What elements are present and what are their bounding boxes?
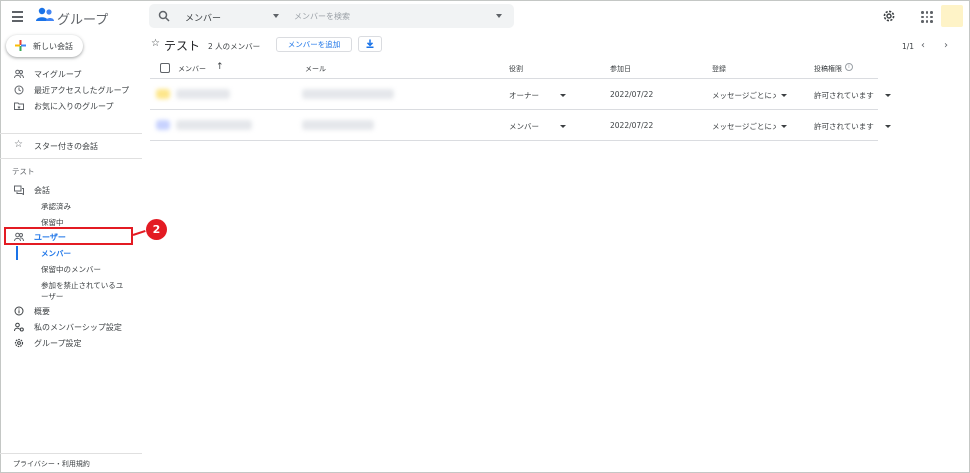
folder-star-icon	[14, 102, 24, 110]
person-settings-icon	[14, 322, 24, 332]
group-section-label: テスト	[12, 167, 35, 176]
sidebar-item-label: 私のメンバーシップ設定	[34, 323, 122, 332]
member-avatar	[156, 89, 170, 99]
role-select[interactable]: メンバー	[509, 121, 539, 132]
sidebar-item-label: 概要	[34, 307, 50, 316]
member-count: 2 人のメンバー	[208, 42, 261, 51]
sidebar-item-label: スター付きの会話	[34, 142, 98, 151]
column-header-member[interactable]: メンバー	[178, 64, 206, 74]
star-icon[interactable]: ☆	[151, 38, 160, 49]
sidebar-subitem-pending-members[interactable]: 保留中のメンバー	[41, 264, 101, 275]
account-avatar[interactable]	[941, 5, 963, 27]
sidebar-item-about[interactable]: 概要	[0, 304, 142, 318]
column-header-posting[interactable]: 投稿権限	[814, 64, 842, 74]
search-input[interactable]	[294, 8, 494, 24]
sidebar-item-starred[interactable]: ☆ スター付きの会話	[0, 139, 142, 153]
member-email-redacted	[302, 89, 394, 99]
member-avatar	[156, 120, 170, 130]
chevron-down-icon[interactable]	[885, 94, 891, 97]
users-highlight-box	[4, 227, 133, 245]
chevron-down-icon[interactable]	[781, 94, 787, 97]
sidebar-item-label: 最近アクセスしたグループ	[34, 86, 130, 95]
sidebar-subitem-banned-users-cont[interactable]: ーザー	[41, 291, 63, 302]
search-bar[interactable]: メンバー	[149, 4, 514, 28]
chevron-down-icon[interactable]	[560, 125, 566, 128]
column-header-subscription[interactable]: 登録	[712, 64, 726, 74]
star-icon: ☆	[14, 139, 23, 150]
gear-icon	[14, 338, 24, 348]
sidebar-item-favorite-groups[interactable]: お気に入りのグループ	[0, 99, 142, 113]
chevron-right-icon[interactable]: ›	[944, 40, 948, 51]
role-select[interactable]: オーナー	[509, 90, 539, 101]
sidebar-item-my-groups[interactable]: マイグループ	[0, 67, 142, 81]
sidebar-item-group-settings[interactable]: グループ設定	[0, 336, 142, 350]
column-header-email[interactable]: メール	[305, 64, 326, 74]
select-all-checkbox[interactable]	[160, 63, 170, 73]
info-icon	[14, 306, 24, 316]
posting-select[interactable]: 許可されています	[814, 121, 874, 132]
sidebar-item-label: グループ設定	[34, 339, 82, 348]
sidebar-item-label: 会話	[34, 186, 50, 195]
chevron-down-icon[interactable]	[560, 94, 566, 97]
sidebar-divider	[0, 133, 142, 134]
search-scope-select[interactable]: メンバー	[185, 11, 221, 24]
search-options-chevron-icon[interactable]	[496, 14, 502, 18]
group-title: テスト	[164, 39, 201, 53]
app-title: グループ	[57, 13, 109, 28]
pagination-indicator: 1/1	[902, 42, 915, 51]
people-icon	[14, 69, 24, 79]
info-icon[interactable]: i	[845, 63, 853, 71]
history-icon	[14, 85, 24, 95]
member-email-redacted	[302, 120, 374, 130]
sidebar-item-label: マイグループ	[34, 70, 82, 79]
posting-select[interactable]: 許可されています	[814, 90, 874, 101]
active-indicator	[16, 246, 18, 260]
table-row[interactable]: メンバー 2022/07/22 メッセージごとにメ 許可されています	[150, 110, 891, 141]
sidebar-subitem-approved[interactable]: 承認済み	[41, 201, 71, 212]
apps-grid-icon[interactable]	[921, 11, 933, 23]
add-member-button[interactable]: メンバーを追加	[276, 37, 352, 52]
table-row[interactable]: オーナー 2022/07/22 メッセージごとにメ 許可されています	[150, 79, 891, 110]
search-icon[interactable]	[158, 10, 170, 22]
sidebar-item-label: お気に入りのグループ	[34, 102, 114, 111]
groups-logo-icon	[36, 7, 54, 21]
sidebar-subitem-members[interactable]: メンバー	[41, 248, 71, 259]
callout-number-badge: 2	[146, 219, 167, 240]
chevron-down-icon[interactable]	[273, 14, 279, 18]
conversations-icon	[14, 185, 24, 195]
privacy-terms-link[interactable]: プライバシー・利用規約	[13, 459, 90, 469]
chevron-down-icon[interactable]	[781, 125, 787, 128]
chevron-left-icon[interactable]: ‹	[921, 40, 925, 51]
table-header: メンバー ↑ メール 役割 参加日 登録 投稿権限 i	[150, 59, 878, 79]
joined-date: 2022/07/22	[610, 90, 654, 99]
chevron-down-icon[interactable]	[885, 125, 891, 128]
download-icon	[366, 39, 374, 48]
column-header-joined[interactable]: 参加日	[610, 64, 631, 74]
sidebar-item-membership-settings[interactable]: 私のメンバーシップ設定	[0, 320, 142, 334]
subscription-select[interactable]: メッセージごとにメ	[712, 121, 776, 132]
plus-icon	[15, 40, 26, 51]
new-conversation-button[interactable]: 新しい会話	[6, 35, 83, 57]
sidebar-footer-divider	[0, 453, 142, 454]
column-header-role[interactable]: 役割	[509, 64, 523, 74]
download-button[interactable]	[358, 36, 382, 52]
main-menu-button[interactable]	[12, 11, 26, 23]
gear-icon[interactable]	[882, 9, 896, 23]
sidebar-item-conversations[interactable]: 会話	[0, 183, 142, 197]
sidebar-item-recent-groups[interactable]: 最近アクセスしたグループ	[0, 83, 142, 97]
sidebar-divider	[0, 158, 142, 159]
arrow-up-icon[interactable]: ↑	[216, 62, 224, 72]
member-name-redacted	[176, 89, 230, 99]
subscription-select[interactable]: メッセージごとにメ	[712, 90, 776, 101]
sidebar-subitem-banned-users[interactable]: 参加を禁止されているユ	[41, 280, 123, 291]
member-name-redacted	[176, 120, 252, 130]
new-conversation-label: 新しい会話	[33, 42, 73, 51]
joined-date: 2022/07/22	[610, 121, 654, 130]
